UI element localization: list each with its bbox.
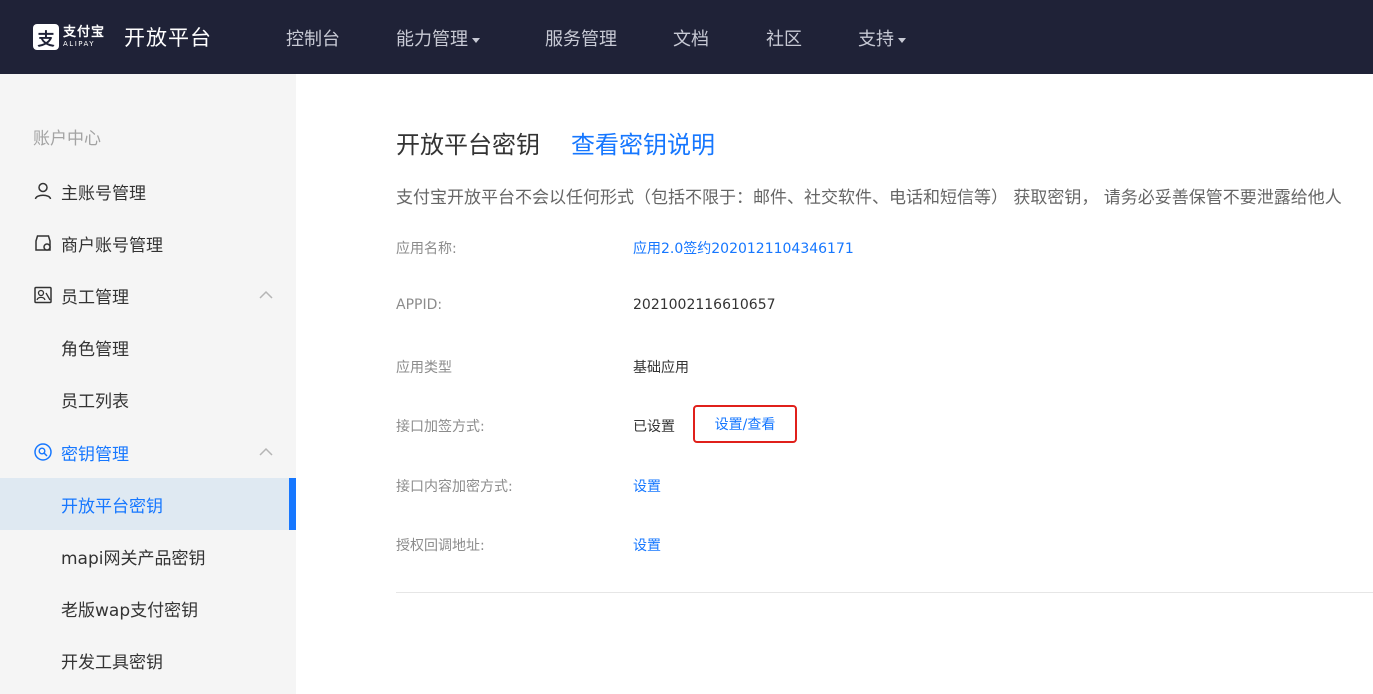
- encrypt-method-label: 接口内容加密方式:: [396, 479, 513, 495]
- app-type-label: 应用类型: [396, 360, 452, 376]
- sidebar-item-key-management[interactable]: 密钥管理: [0, 426, 296, 478]
- nav-item-community[interactable]: 社区: [766, 25, 802, 51]
- key-search-icon: [34, 443, 52, 461]
- caret-down-icon: [898, 37, 906, 43]
- encrypt-method-settings-link[interactable]: 设置: [633, 476, 661, 496]
- callback-url-settings-link[interactable]: 设置: [633, 535, 661, 555]
- sidebar-item-mapi-key[interactable]: mapi网关产品密钥: [0, 530, 296, 582]
- platform-title[interactable]: 开放平台: [124, 22, 212, 52]
- sidebar: 账户中心 主账号管理 商户账号管理 员工管理 角色管理 员工列表 密钥管理 开放…: [0, 74, 296, 694]
- nav-item-docs[interactable]: 文档: [673, 25, 709, 51]
- caret-down-icon: [472, 37, 480, 43]
- appid-value: 2021002116610657: [633, 297, 776, 313]
- chevron-up-icon[interactable]: [259, 288, 273, 302]
- sidebar-item-label: 角色管理: [61, 339, 129, 360]
- sign-method-status: 已设置: [633, 419, 675, 435]
- sidebar-item-merchant-account[interactable]: 商户账号管理: [0, 217, 296, 269]
- page-title: 开放平台密钥: [396, 131, 540, 159]
- sidebar-item-label: 老版wap支付密钥: [61, 600, 199, 621]
- merchant-account-icon: [35, 235, 51, 251]
- sidebar-item-label: 密钥管理: [61, 444, 129, 465]
- app-name-link[interactable]: 应用2.0签约2020121104346171: [633, 238, 854, 258]
- sidebar-item-label: 开放平台密钥: [61, 496, 163, 517]
- content-divider: [396, 592, 1373, 593]
- alipay-logo-icon: 支: [33, 24, 59, 50]
- callback-url-label: 授权回调地址:: [396, 538, 485, 554]
- nav-item-label: 文档: [673, 29, 709, 50]
- sign-method-label: 接口加签方式:: [396, 419, 485, 435]
- nav-item-label: 控制台: [286, 29, 340, 50]
- alipay-logo[interactable]: 支 支付宝 ALIPAY: [33, 24, 109, 50]
- user-icon: [34, 182, 52, 200]
- nav-item-support[interactable]: 支持: [858, 25, 906, 51]
- sidebar-item-staff[interactable]: 员工管理: [0, 269, 296, 321]
- sidebar-item-open-platform-key[interactable]: 开放平台密钥: [0, 478, 296, 530]
- nav-item-label: 社区: [766, 29, 802, 50]
- logo-text-en: ALIPAY: [63, 40, 96, 48]
- sign-method-settings-button[interactable]: 设置/查看: [693, 405, 797, 443]
- sidebar-item-label: 员工列表: [61, 391, 129, 412]
- top-navigation-bar: 支 支付宝 ALIPAY 开放平台 控制台 能力管理 服务管理 文档 社区 支持: [0, 0, 1373, 74]
- staff-icon: [34, 286, 52, 304]
- logo-text-cn: 支付宝: [63, 25, 106, 40]
- sidebar-item-main-account[interactable]: 主账号管理: [0, 165, 296, 217]
- chevron-up-icon[interactable]: [259, 445, 273, 459]
- sign-method-settings-label: 设置/查看: [714, 417, 776, 433]
- nav-item-label: 能力管理: [396, 29, 468, 50]
- nav-item-label: 支持: [858, 29, 894, 50]
- sidebar-item-label: mapi网关产品密钥: [61, 548, 206, 569]
- sidebar-item-staff-list[interactable]: 员工列表: [0, 373, 296, 425]
- sidebar-item-label: 开发工具密钥: [61, 652, 163, 673]
- sidebar-item-devtool-key[interactable]: 开发工具密钥: [0, 634, 296, 686]
- nav-item-service[interactable]: 服务管理: [545, 25, 617, 51]
- sidebar-item-roles[interactable]: 角色管理: [0, 321, 296, 373]
- security-notice: 支付宝开放平台不会以任何形式（包括不限于：邮件、社交软件、电话和短信等） 获取密…: [396, 188, 1342, 208]
- app-name-label: 应用名称:: [396, 241, 457, 257]
- appid-label: APPID:: [396, 297, 443, 313]
- sidebar-item-label: 商户账号管理: [61, 235, 163, 256]
- nav-item-capability[interactable]: 能力管理: [396, 25, 480, 51]
- key-help-link[interactable]: 查看密钥说明: [571, 125, 715, 160]
- nav-item-console[interactable]: 控制台: [286, 25, 340, 51]
- app-type-value: 基础应用: [633, 360, 689, 376]
- sidebar-item-wap-key[interactable]: 老版wap支付密钥: [0, 582, 296, 634]
- nav-item-label: 服务管理: [545, 29, 617, 50]
- sidebar-item-label: 员工管理: [61, 287, 129, 308]
- sidebar-item-label: 主账号管理: [61, 183, 146, 204]
- sidebar-group-title: 账户中心: [33, 129, 101, 149]
